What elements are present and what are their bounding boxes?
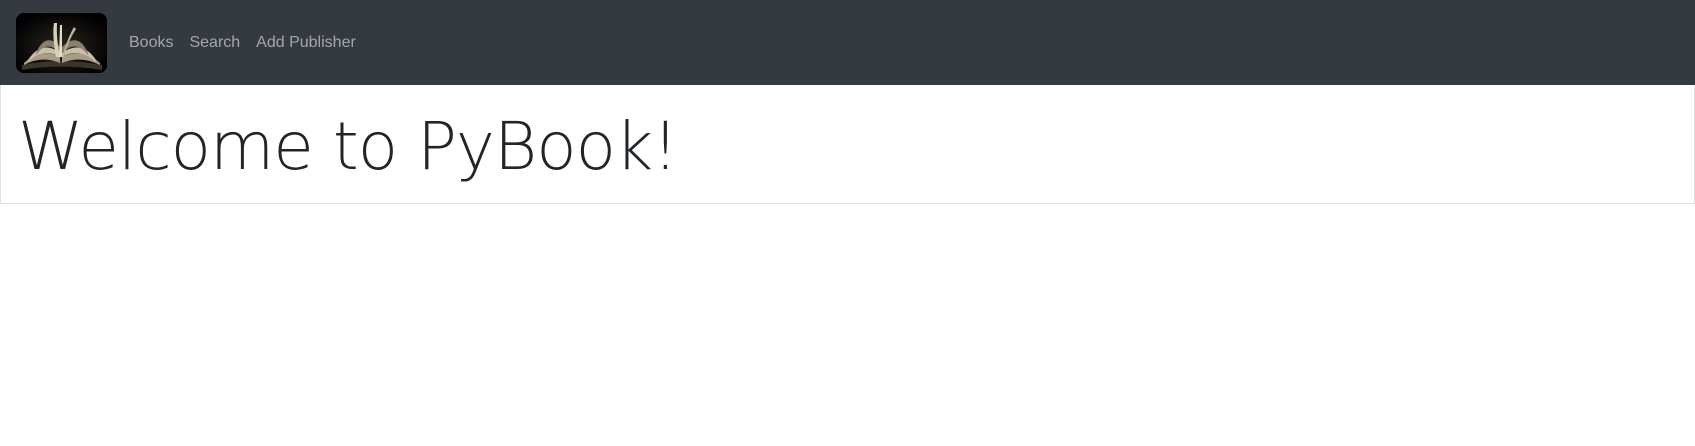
nav-link-search[interactable]: Search [181,33,248,53]
top-navbar: Books Search Add Publisher [0,0,1695,85]
nav-link-add-publisher[interactable]: Add Publisher [248,33,364,53]
open-book-logo-icon [16,12,107,73]
nav-links: Books Search Add Publisher [121,33,364,53]
brand-logo-link[interactable] [16,12,107,73]
nav-link-books[interactable]: Books [121,33,181,53]
hero-jumbotron: Welcome to PyBook! [0,85,1695,204]
page-title: Welcome to PyBook! [18,108,679,185]
